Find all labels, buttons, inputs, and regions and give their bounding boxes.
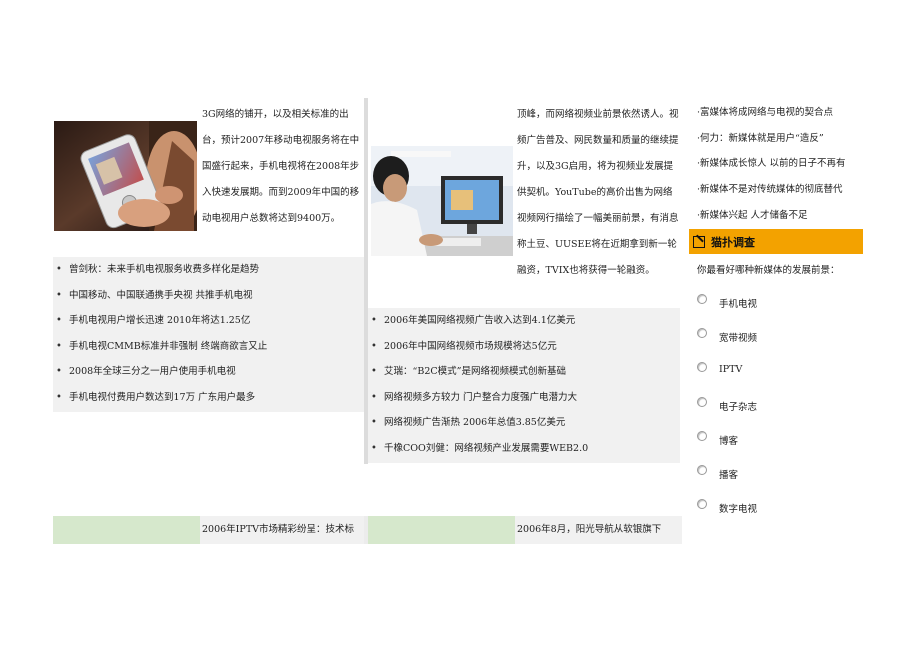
list-item: 手机电视CMMB标准并非强制 终端商欲言又止 [53,334,364,360]
news-link[interactable]: 艾瑞：“B2C模式”是网络视频模式创新基础 [384,366,566,377]
col2-link-list: 2006年美国网络视频广告收入达到4.1亿美元 2006年中国网络视频市场规模将达… [368,308,680,463]
col2-paragraph: 顶峰，而网络视频业前景依然诱人。视频广告普及、网民数量和质量的继续提升，以及3G… [517,109,679,276]
phone-tv-photo [54,121,197,231]
col1-bottom-image-area [53,516,200,544]
news-link[interactable]: 网络视频多方较力 门户整合力度强广电潜力大 [384,392,577,403]
list-item: 2008年全球三分之一用户使用手机电视 [53,359,364,385]
sidebar-link[interactable]: ·新媒体不是对传统媒体的彻底替代 [697,181,843,195]
list-item: 2006年美国网络视频广告收入达到4.1亿美元 [368,308,680,334]
radio-button[interactable] [697,431,707,441]
survey-option-label: 播客 [719,470,739,481]
radio-button[interactable] [697,397,707,407]
survey-header: 猫扑调查 [689,229,863,254]
list-item: 手机电视用户增长迅速 2010年将达1.25亿 [53,308,364,334]
survey-question: 你最看好哪种新媒体的发展前景： [697,265,840,276]
news-link[interactable]: 2006年美国网络视频广告收入达到4.1亿美元 [384,315,575,326]
survey-option[interactable]: 手机电视 [697,290,757,310]
list-item: 网络视频多方较力 门户整合力度强广电潜力大 [368,385,680,411]
col1-link-list: 曾剑秋：未来手机电视服务收费多样化是趋势中国移动、中国联通携手央视 共推手机电视… [53,257,364,412]
radio-button[interactable] [697,294,707,304]
arrow-box-icon [693,235,705,248]
col1-bottom-text: 2006年IPTV市场精彩纷呈：技术标 [200,516,366,544]
news-link[interactable]: 千橡COO刘健：网络视频产业发展需要WEB2.0 [384,443,588,454]
survey-option-label: 手机电视 [719,299,758,310]
news-link[interactable]: 中国移动、中国联通携手央视 共推手机电视 [69,290,253,301]
col1-paragraph: 3G网络的铺开，以及相关标准的出台，预计2007年移动电视服务将在中国盛行起来，… [202,109,360,224]
survey-option[interactable]: 数字电视 [697,495,757,515]
sidebar-link[interactable]: ·新媒体兴起 人才储备不足 [697,207,808,221]
survey-option-label: 博客 [719,436,739,447]
sidebar-link[interactable]: ·富媒体将成网络与电视的契合点 [697,104,833,118]
col2-bottom-image-area [368,516,515,544]
list-item: 千橡COO刘健：网络视频产业发展需要WEB2.0 [368,436,680,462]
news-link[interactable]: 手机电视用户增长迅速 2010年将达1.25亿 [69,315,250,326]
survey-option-label: 数字电视 [719,504,758,515]
radio-button[interactable] [697,465,707,475]
list-item: 中国移动、中国联通携手央视 共推手机电视 [53,283,364,309]
survey-option[interactable]: 博客 [697,427,738,447]
survey-title: 猫扑调查 [711,235,755,249]
list-item: 艾瑞：“B2C模式”是网络视频模式创新基础 [368,359,680,385]
news-link[interactable]: 手机电视CMMB标准并非强制 终端商欲言又止 [69,341,267,352]
survey-option[interactable]: IPTV [697,358,742,376]
sidebar-link[interactable]: ·新媒体成长惊人 以前的日子不再有 [697,155,846,169]
sidebar-link[interactable]: ·何力：新媒体就是用户“造反” [697,130,824,144]
radio-button[interactable] [697,328,707,338]
survey-option[interactable]: 宽带视频 [697,324,757,344]
news-link[interactable]: 2008年全球三分之一用户使用手机电视 [69,366,236,377]
survey-option[interactable]: 播客 [697,461,738,481]
news-link[interactable]: 曾剑秋：未来手机电视服务收费多样化是趋势 [69,264,259,275]
news-link[interactable]: 手机电视付费用户数达到17万 广东用户最多 [69,392,255,403]
list-item: 手机电视付费用户数达到17万 广东用户最多 [53,385,364,411]
news-link[interactable]: 网络视频广告渐热 2006年总值3.85亿美元 [384,417,565,428]
survey-option-label: IPTV [719,364,743,375]
list-item: 网络视频广告渐热 2006年总值3.85亿美元 [368,410,680,436]
survey-option[interactable]: 电子杂志 [697,393,757,413]
survey-option-label: 电子杂志 [719,402,758,413]
news-link[interactable]: 2006年中国网络视频市场规模将达5亿元 [384,341,557,352]
col2-bottom-text: 2006年8月，阳光导航从软银旗下 [515,516,682,544]
radio-button[interactable] [697,499,707,509]
list-item: 曾剑秋：未来手机电视服务收费多样化是趋势 [53,257,364,283]
survey-option-label: 宽带视频 [719,333,758,344]
video-computer-photo [371,146,513,256]
radio-button[interactable] [697,362,707,372]
list-item: 2006年中国网络视频市场规模将达5亿元 [368,334,680,360]
